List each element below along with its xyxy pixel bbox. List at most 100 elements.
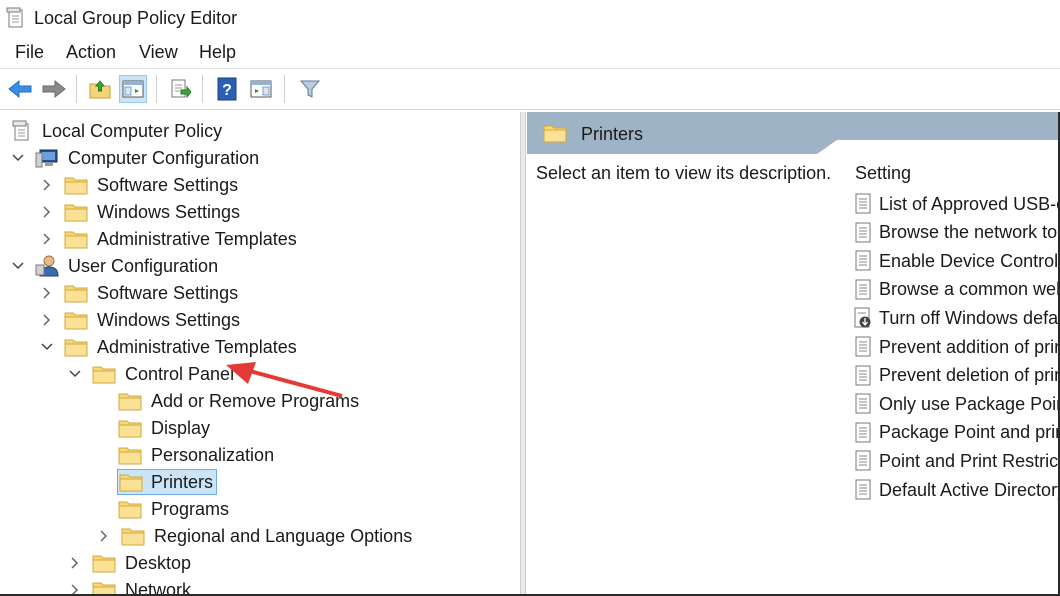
chevron-right-icon[interactable] [94,526,114,546]
folder-icon [117,498,143,520]
back-icon[interactable] [6,75,34,103]
show-hide-tree-icon[interactable] [119,75,147,103]
setting-row[interactable]: Package Point and prin [853,419,1060,447]
policy-download-icon [853,307,873,329]
policy-setting-icon [853,479,873,501]
folder-icon [63,282,89,304]
tree-item-cc-windows-settings[interactable]: Windows Settings [37,199,244,225]
setting-label: Package Point and prin [879,422,1060,443]
toolbar: ? [0,69,1060,110]
folder-icon [120,525,146,547]
filter-icon[interactable] [296,75,324,103]
up-folder-icon[interactable] [86,75,114,103]
help-icon[interactable]: ? [213,75,241,103]
tree-item-control-panel[interactable]: Control Panel [65,361,238,387]
tree-item-desktop[interactable]: Desktop [65,550,195,576]
menu-help[interactable]: Help [199,42,236,63]
export-list-icon[interactable] [166,75,194,103]
setting-label: Point and Print Restricti [879,450,1060,471]
chevron-right-icon[interactable] [65,553,85,573]
pane-splitter[interactable] [520,112,526,596]
annotation-arrow [226,362,343,398]
show-action-pane-icon[interactable] [247,75,275,103]
setting-row[interactable]: Prevent deletion of prin [853,362,1060,390]
svg-text:?: ? [222,82,232,99]
setting-label: Browse the network to [879,222,1058,243]
chevron-right-icon[interactable] [37,229,57,249]
tree-item-cc-administrative-templates[interactable]: Administrative Templates [37,226,301,252]
tree-item-local-computer-policy[interactable]: Local Computer Policy [8,118,226,144]
tree-item-display[interactable]: Display [117,415,214,441]
setting-label: Prevent addition of prin [879,336,1060,357]
folder-icon [63,201,89,223]
folder-icon [91,363,117,385]
setting-column-header[interactable]: Setting [855,163,911,184]
description-text: Select an item to view its description. [536,163,832,183]
details-header: Printers [527,112,1060,154]
menu-file[interactable]: File [15,42,44,63]
folder-icon [63,174,89,196]
chevron-down-icon[interactable] [65,364,85,384]
setting-label: Enable Device Control P [879,250,1060,271]
setting-label: Only use Package Point [879,393,1060,414]
policy-setting-icon [853,336,873,358]
gpedit-app-icon [6,7,26,34]
chevron-down-icon[interactable] [8,256,28,276]
setting-row[interactable]: Point and Print Restricti [853,447,1060,475]
policy-setting-icon [853,422,873,444]
details-title: Printers [581,124,644,144]
policy-setting-icon [853,365,873,387]
folder-icon [63,228,89,250]
console-tree: Local Computer Policy Computer Configura… [0,112,520,596]
folder-icon [117,417,143,439]
folder-icon [117,469,144,495]
folder-icon [117,444,143,466]
setting-row[interactable]: Only use Package Point [853,390,1060,418]
setting-row[interactable]: Browse the network to [853,219,1057,247]
title-bar: Local Group Policy Editor [0,0,1060,36]
setting-row[interactable]: Prevent addition of prin [853,333,1060,361]
tree-item-user-configuration[interactable]: User Configuration [8,253,222,279]
menu-action[interactable]: Action [66,42,116,63]
window-title: Local Group Policy Editor [34,8,238,28]
chevron-right-icon[interactable] [37,310,57,330]
chevron-right-icon[interactable] [37,175,57,195]
tree-item-computer-configuration[interactable]: Computer Configuration [8,145,263,171]
chevron-down-icon[interactable] [8,148,28,168]
tree-item-uc-windows-settings[interactable]: Windows Settings [37,307,244,333]
chevron-right-icon[interactable] [37,283,57,303]
tree-item-regional-and-language-options[interactable]: Regional and Language Options [94,523,416,549]
chevron-right-icon[interactable] [37,202,57,222]
user-icon [34,255,60,277]
tree-item-personalization[interactable]: Personalization [117,442,278,468]
setting-label: List of Approved USB-c [879,193,1060,214]
setting-label: Prevent deletion of prin [879,365,1060,386]
policy-setting-icon [853,450,873,472]
chevron-down-icon[interactable] [37,337,57,357]
folder-icon [91,552,117,574]
policy-document-icon [8,120,34,142]
policy-setting-icon [853,193,873,215]
tree-item-printers[interactable]: Printers [117,469,218,495]
forward-icon[interactable] [40,75,68,103]
setting-label: Turn off Windows defa [879,307,1059,328]
setting-row[interactable]: Default Active Directory [853,476,1060,504]
tree-item-programs[interactable]: Programs [117,496,233,522]
setting-row[interactable]: Enable Device Control P [853,247,1060,275]
menu-bar: File Action View Help [0,36,1060,69]
setting-row[interactable]: List of Approved USB-c [853,190,1060,218]
computer-icon [34,147,60,169]
tree-item-uc-software-settings[interactable]: Software Settings [37,280,242,306]
folder-icon [63,336,89,358]
tree-item-cc-software-settings[interactable]: Software Settings [37,172,242,198]
setting-row[interactable]: Turn off Windows defa [853,304,1058,332]
setting-label: Default Active Directory [879,479,1060,500]
tree-item-uc-administrative-templates[interactable]: Administrative Templates [37,334,301,360]
policy-setting-icon [853,250,873,272]
folder-icon [117,390,143,412]
details-pane: Printers Select an item to view its desc… [527,112,1060,596]
menu-view[interactable]: View [139,42,178,63]
folder-icon [543,123,567,148]
setting-row[interactable]: Browse a common web [853,276,1060,304]
setting-label: Browse a common web [879,279,1060,300]
